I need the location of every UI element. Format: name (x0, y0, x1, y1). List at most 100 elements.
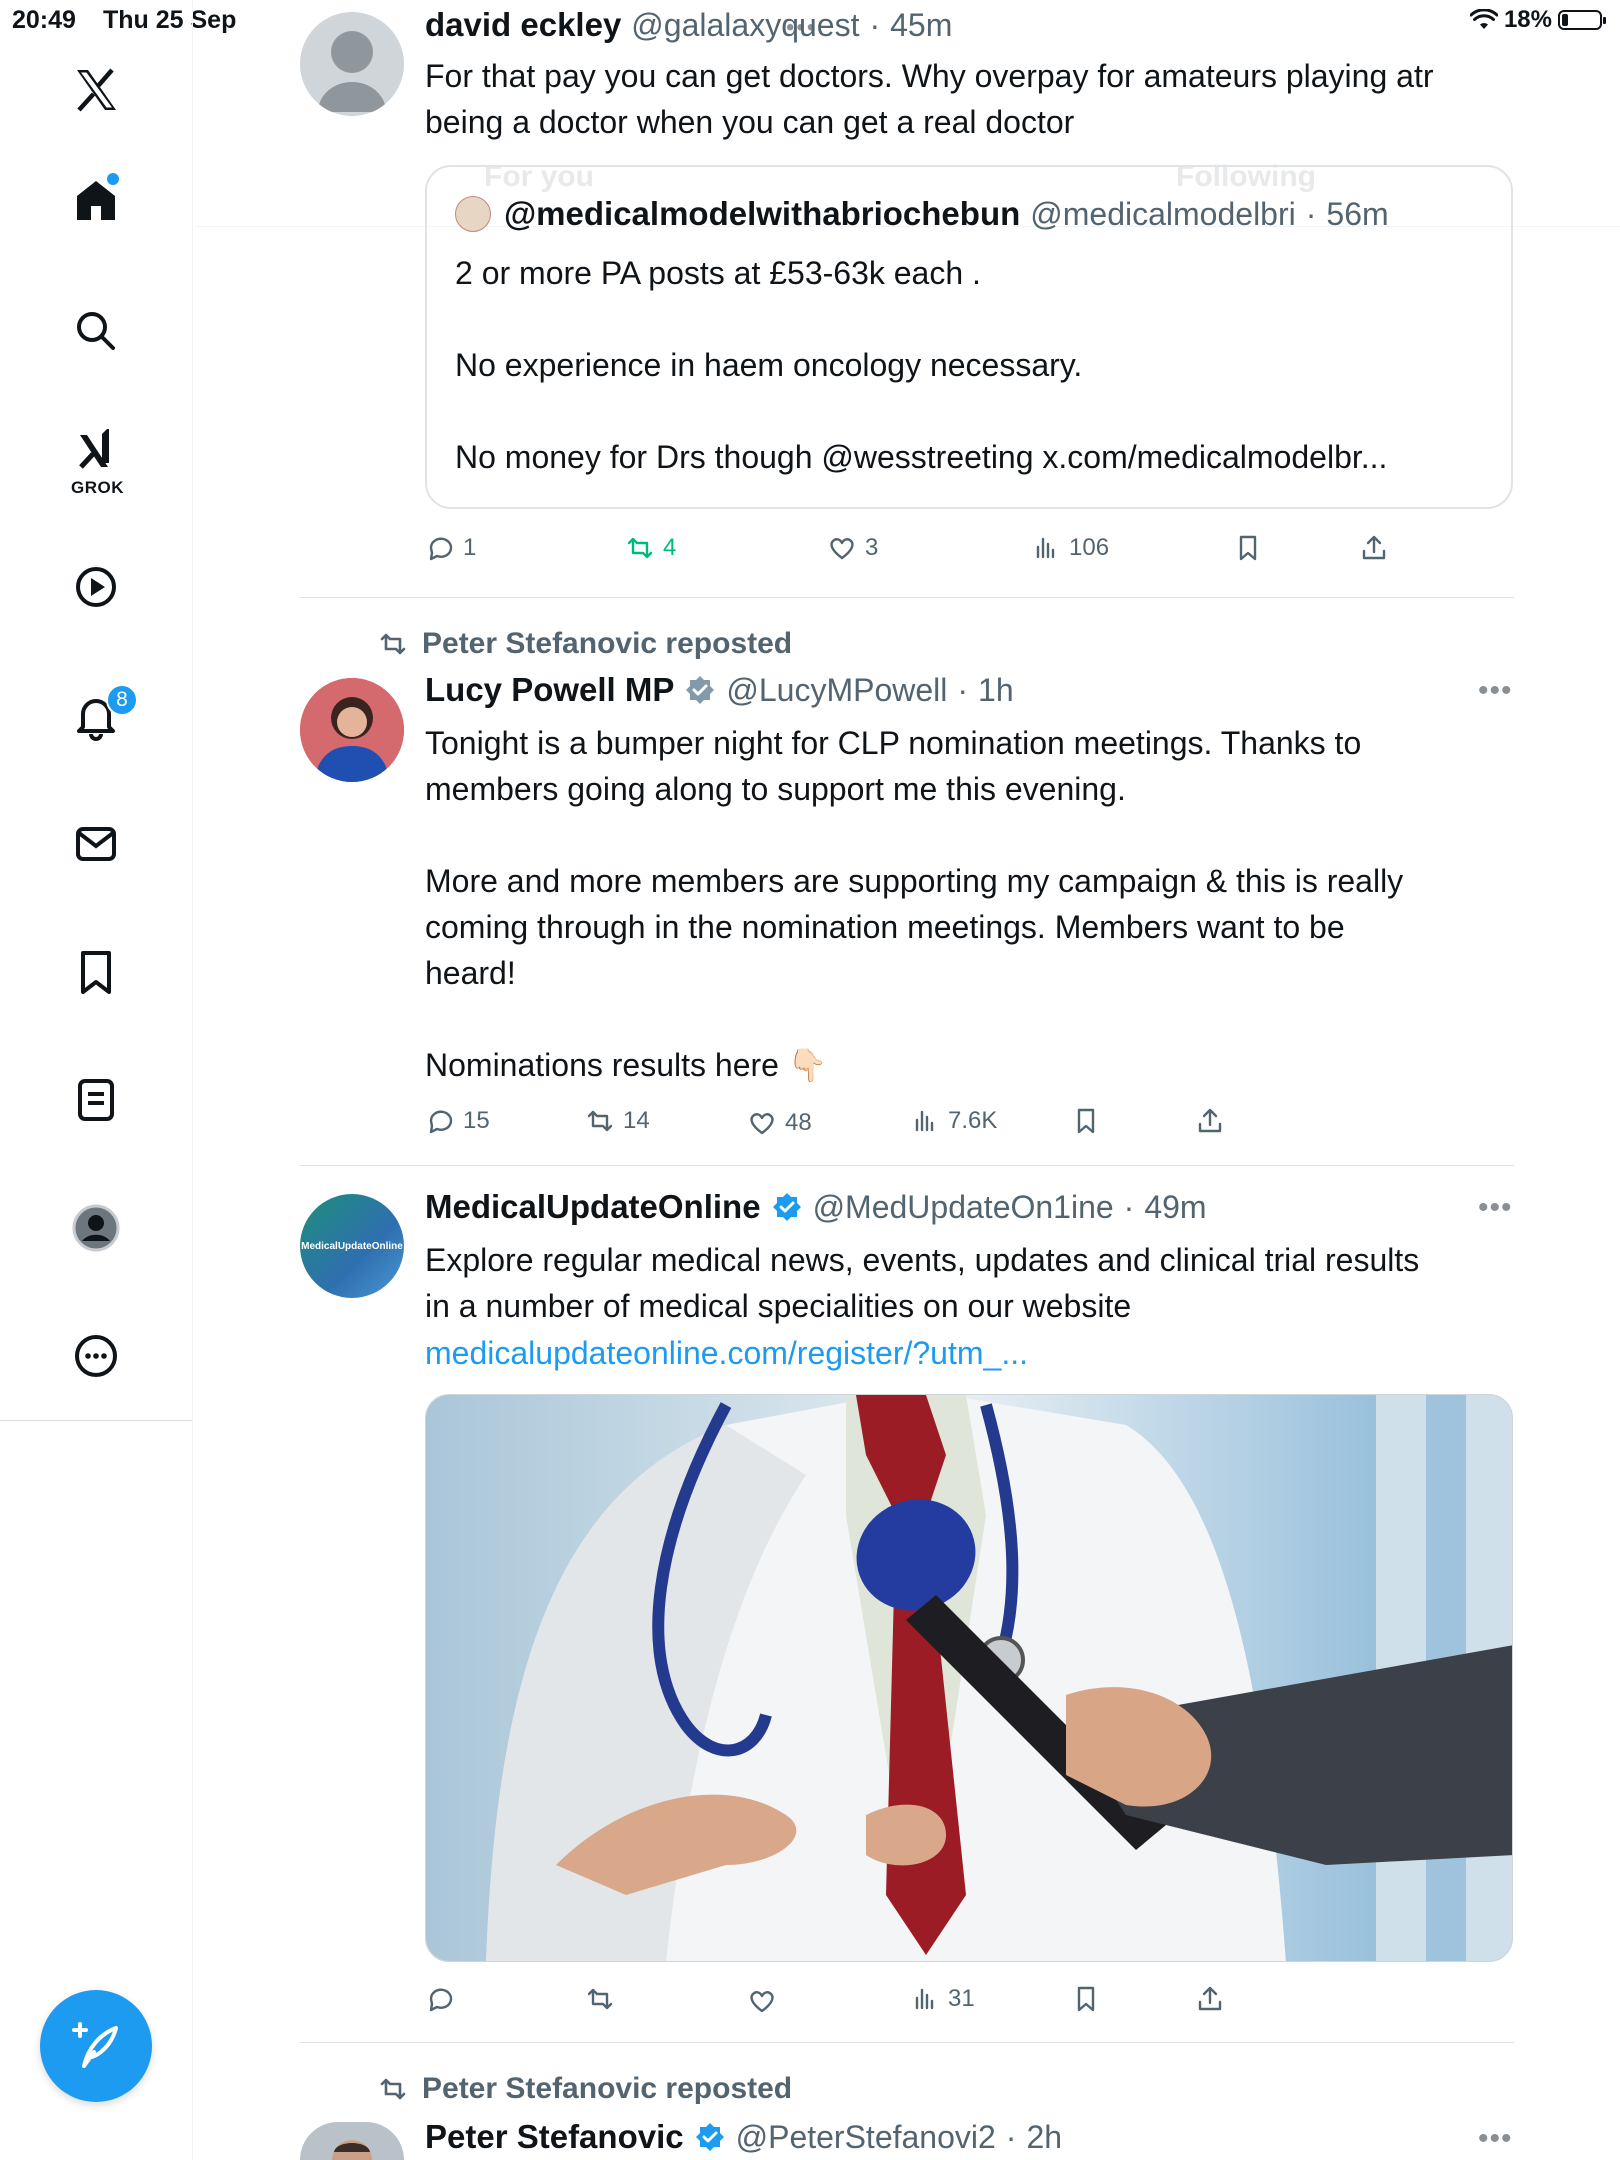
like-button[interactable] (747, 1986, 777, 2016)
tweet-actions: 1 4 3 106 (425, 533, 1425, 573)
like-icon (830, 538, 854, 560)
battery-percent: 18% (1503, 6, 1552, 33)
more-icon[interactable] (58, 1318, 134, 1394)
share-icon (1198, 1108, 1222, 1133)
home-icon[interactable] (58, 162, 134, 238)
author-name[interactable]: Lucy Powell MP (425, 671, 674, 709)
share-icon (1198, 1986, 1222, 2011)
views-icon (915, 1988, 934, 2010)
reply-button[interactable] (425, 1984, 455, 2014)
verified-badge-icon (686, 676, 715, 704)
messages-icon[interactable] (58, 806, 134, 882)
grok-label: GROK (71, 478, 124, 497)
avatar[interactable]: MedicalUpdateOnline (300, 1194, 404, 1298)
tweet-divider (300, 597, 1514, 598)
tweet-text: Tonight is a bumper night for CLP nomina… (425, 725, 1404, 1083)
repost-icon (380, 2078, 406, 2100)
x-logo-icon[interactable] (58, 52, 134, 128)
verified-badge-icon (695, 2123, 724, 2151)
like-button[interactable]: 3 (827, 533, 878, 563)
avatar[interactable] (300, 2122, 404, 2160)
tweet-header: MedicalUpdateOnline @MedUpdateOn1ine · 4… (425, 1188, 1207, 1226)
views-icon (1036, 537, 1055, 559)
battery-icon (1558, 10, 1606, 30)
separator-dot: · (1123, 1188, 1135, 1225)
repost-button[interactable]: 4 (625, 533, 676, 563)
quote-author-handle: @medicalmodelbri (1030, 196, 1296, 232)
repost-button[interactable] (585, 1984, 615, 2014)
like-count: 3 (865, 534, 879, 561)
quote-text: 2 or more PA posts at £53-63k each . No … (455, 255, 1388, 475)
bookmarks-icon[interactable] (58, 934, 134, 1010)
compose-icon (72, 2022, 118, 2068)
tweet-text: For that pay you can get doctors. Why ov… (425, 58, 1434, 140)
repost-count: 14 (623, 1107, 650, 1134)
share-button[interactable] (1195, 1984, 1225, 2014)
separator-dot: · (1305, 196, 1317, 232)
status-indicators: 18% (1469, 6, 1606, 34)
repost-count: 4 (663, 534, 677, 561)
author-handle[interactable]: @galalaxyquest (631, 7, 859, 44)
reply-button[interactable]: 1 (425, 533, 476, 563)
grok-icon[interactable] (58, 410, 134, 486)
share-button[interactable] (1359, 533, 1389, 563)
reply-icon (429, 537, 453, 561)
tweet-time: 1h (978, 671, 1014, 708)
sidebar-divider (0, 1420, 192, 1421)
tweet-divider (300, 2042, 1514, 2043)
compose-button[interactable] (40, 1990, 152, 2102)
bookmark-button[interactable] (1071, 1106, 1101, 1136)
tweet-time: 2h (1026, 2118, 1063, 2155)
share-button[interactable] (1195, 1106, 1225, 1136)
avatar[interactable] (300, 678, 404, 782)
like-icon (750, 1113, 774, 1135)
tweet-actions: 31 (425, 1984, 1425, 2024)
bookmark-button[interactable] (1233, 533, 1263, 563)
notifications-badge: 8 (106, 684, 138, 716)
tweet-time: 45m (890, 7, 953, 43)
author-name[interactable]: MedicalUpdateOnline (425, 1188, 761, 1226)
views-button[interactable]: 31 (910, 1984, 975, 2014)
repost-button[interactable]: 14 (585, 1106, 650, 1136)
author-name[interactable]: david eckley (425, 6, 621, 44)
reply-button[interactable]: 15 (425, 1106, 490, 1136)
lists-icon[interactable] (58, 1062, 134, 1138)
bookmark-button[interactable] (1071, 1984, 1101, 2014)
more-options-icon[interactable]: ••• (1478, 674, 1513, 708)
author-name[interactable]: Peter Stefanovic (425, 2118, 684, 2156)
more-options-icon[interactable]: ••• (1478, 2122, 1513, 2156)
search-icon[interactable] (58, 293, 134, 369)
author-handle[interactable]: @MedUpdateOn1ine (813, 1189, 1114, 1226)
views-button[interactable]: 7.6K (910, 1106, 997, 1136)
view-count: 106 (1069, 534, 1110, 561)
quote-author-name: @medicalmodelwithabriochebun (504, 195, 1021, 232)
tweet-header: Lucy Powell MP @LucyMPowell · 1h (425, 671, 1014, 709)
views-button[interactable]: 106 (1031, 533, 1109, 563)
tweet-text: Explore regular medical news, events, up… (425, 1242, 1420, 1324)
profile-icon[interactable] (58, 1190, 134, 1266)
separator-dot: · (1005, 2118, 1017, 2155)
repost-icon (380, 633, 406, 655)
verified-badge-icon (772, 1193, 801, 1221)
bookmark-icon (1239, 535, 1257, 561)
repost-indicator[interactable]: Peter Stefanovic reposted (376, 627, 792, 661)
like-button[interactable]: 48 (747, 1108, 812, 1138)
separator-dot: · (869, 7, 881, 43)
tweet-link[interactable]: medicalupdateonline.com/register/?utm_..… (425, 1330, 1535, 1376)
reply-count: 1 (463, 534, 477, 561)
repost-icon (587, 1110, 613, 1132)
tweet-actions: 15 14 48 7.6K (425, 1106, 1425, 1146)
share-icon (1362, 535, 1386, 560)
quote-time: 56m (1326, 196, 1389, 232)
author-handle[interactable]: @PeterStefanovi2 (736, 2119, 996, 2156)
author-handle[interactable]: @LucyMPowell (726, 672, 947, 709)
like-count: 48 (785, 1109, 812, 1136)
separator-dot: · (957, 671, 969, 708)
view-count: 31 (948, 1985, 975, 2012)
avatar[interactable] (300, 12, 404, 116)
more-options-icon[interactable]: ••• (1478, 1191, 1513, 1225)
tweet-image[interactable] (425, 1394, 1513, 1962)
video-icon[interactable] (58, 549, 134, 625)
repost-indicator[interactable]: Peter Stefanovic reposted (376, 2072, 792, 2106)
reposted-by: Peter Stefanovic reposted (422, 627, 793, 660)
